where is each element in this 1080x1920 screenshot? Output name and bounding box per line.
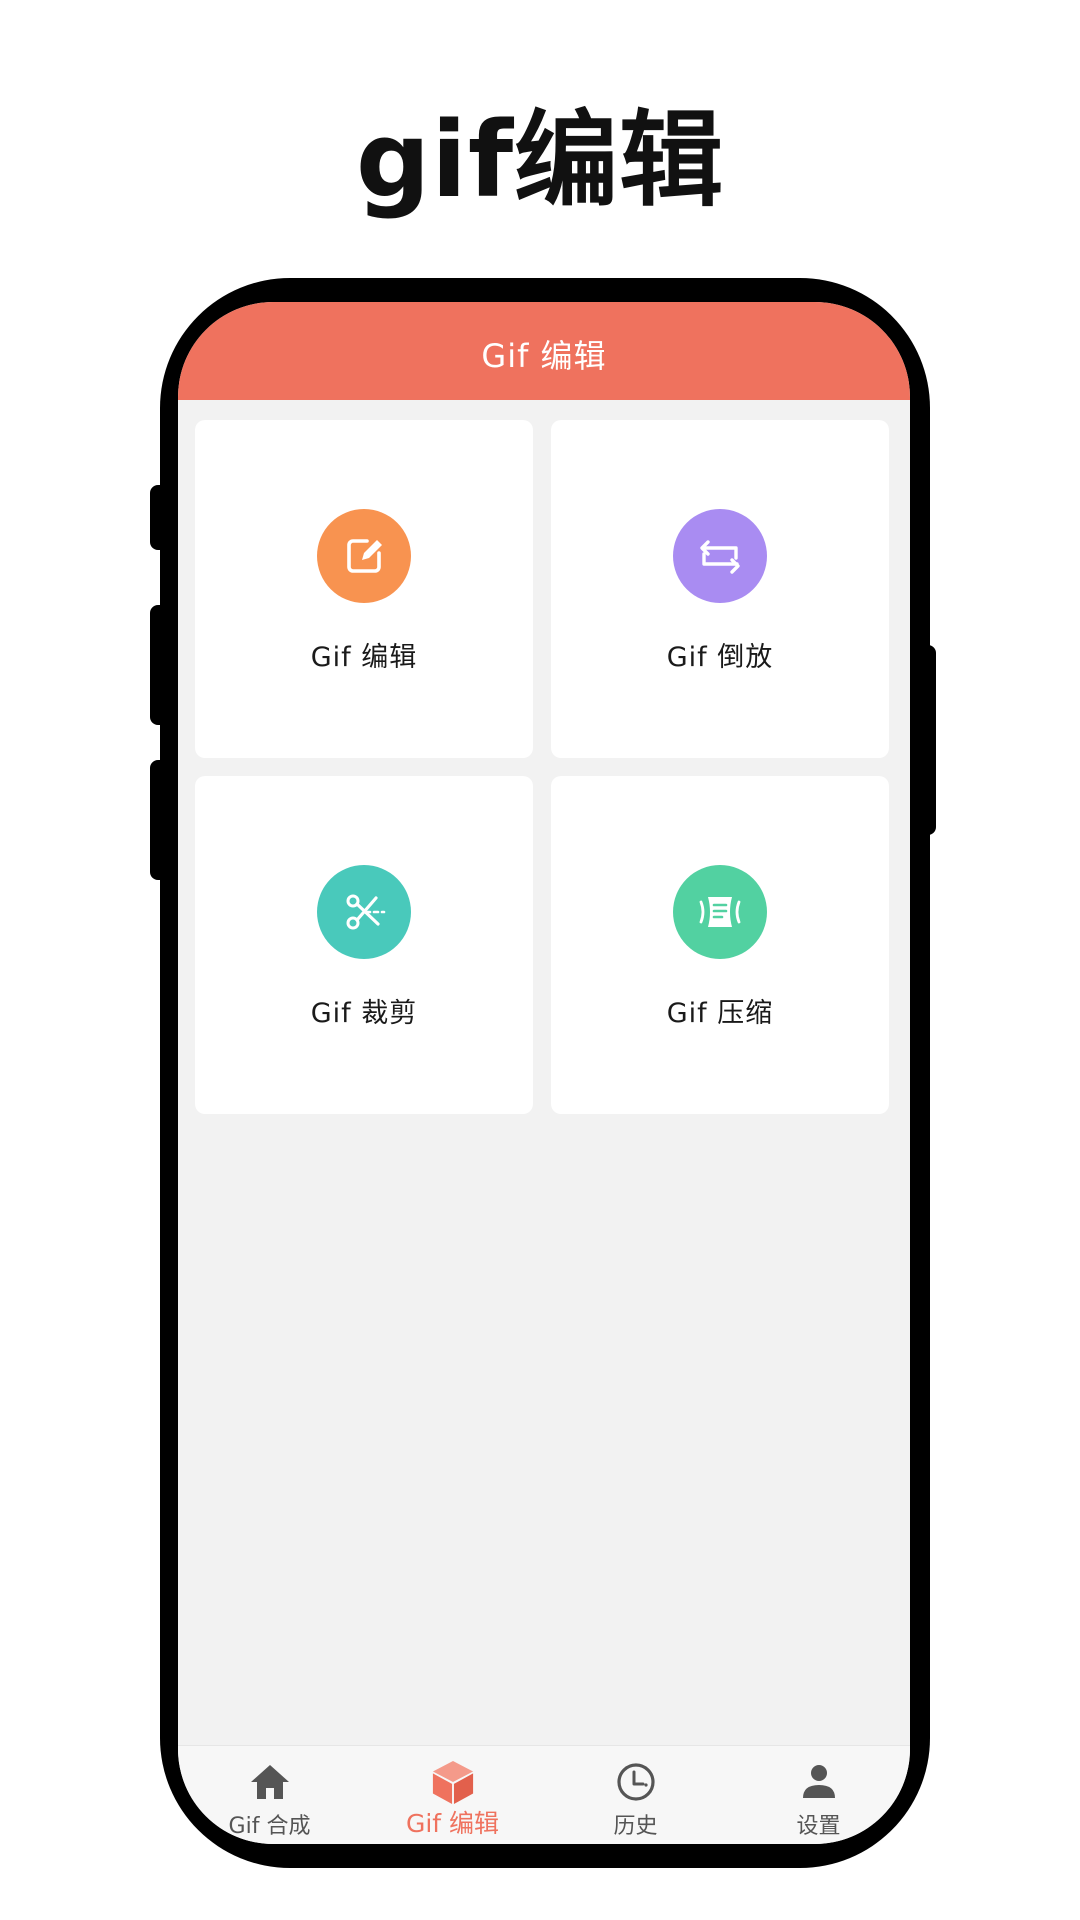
- edit-icon: [317, 509, 411, 603]
- tab-label: Gif 合成: [228, 1814, 311, 1839]
- user-icon: [797, 1760, 841, 1804]
- clock-icon: [614, 1760, 658, 1804]
- tool-label: Gif 压缩: [666, 998, 774, 1029]
- reverse-loop-icon: [673, 509, 767, 603]
- tool-card-gif-crop[interactable]: Gif 裁剪: [195, 776, 533, 1114]
- app-screen: Gif 编辑 Gif 编辑 Gif 倒放 Gif 裁剪 Gif 压缩 Gif 合…: [178, 302, 910, 1844]
- tab-gif-edit[interactable]: Gif 编辑: [361, 1746, 544, 1844]
- tab-history[interactable]: 历史: [544, 1746, 727, 1844]
- tab-label: 设置: [796, 1814, 841, 1839]
- tool-label: Gif 编辑: [310, 642, 418, 673]
- header-title: Gif 编辑: [481, 337, 607, 375]
- tool-card-gif-compress[interactable]: Gif 压缩: [551, 776, 889, 1114]
- phone-frame: Gif 编辑 Gif 编辑 Gif 倒放 Gif 裁剪 Gif 压缩 Gif 合…: [160, 278, 930, 1868]
- tool-grid: Gif 编辑 Gif 倒放 Gif 裁剪 Gif 压缩: [195, 420, 893, 1114]
- bottom-tab-bar: Gif 合成 Gif 编辑 历史 设置: [178, 1745, 910, 1844]
- home-icon: [248, 1760, 292, 1804]
- tab-label: 历史: [613, 1814, 658, 1839]
- compress-icon: [673, 865, 767, 959]
- tool-label: Gif 倒放: [666, 642, 774, 673]
- cube-icon: [431, 1760, 475, 1804]
- tool-label: Gif 裁剪: [310, 998, 418, 1029]
- tool-card-gif-edit[interactable]: Gif 编辑: [195, 420, 533, 758]
- tool-card-gif-reverse[interactable]: Gif 倒放: [551, 420, 889, 758]
- scissors-icon: [317, 865, 411, 959]
- tab-gif-compose[interactable]: Gif 合成: [178, 1746, 361, 1844]
- tab-settings[interactable]: 设置: [727, 1746, 910, 1844]
- tab-label: Gif 编辑: [405, 1809, 500, 1838]
- promo-title: gif编辑: [355, 99, 725, 221]
- app-header: Gif 编辑: [178, 302, 910, 400]
